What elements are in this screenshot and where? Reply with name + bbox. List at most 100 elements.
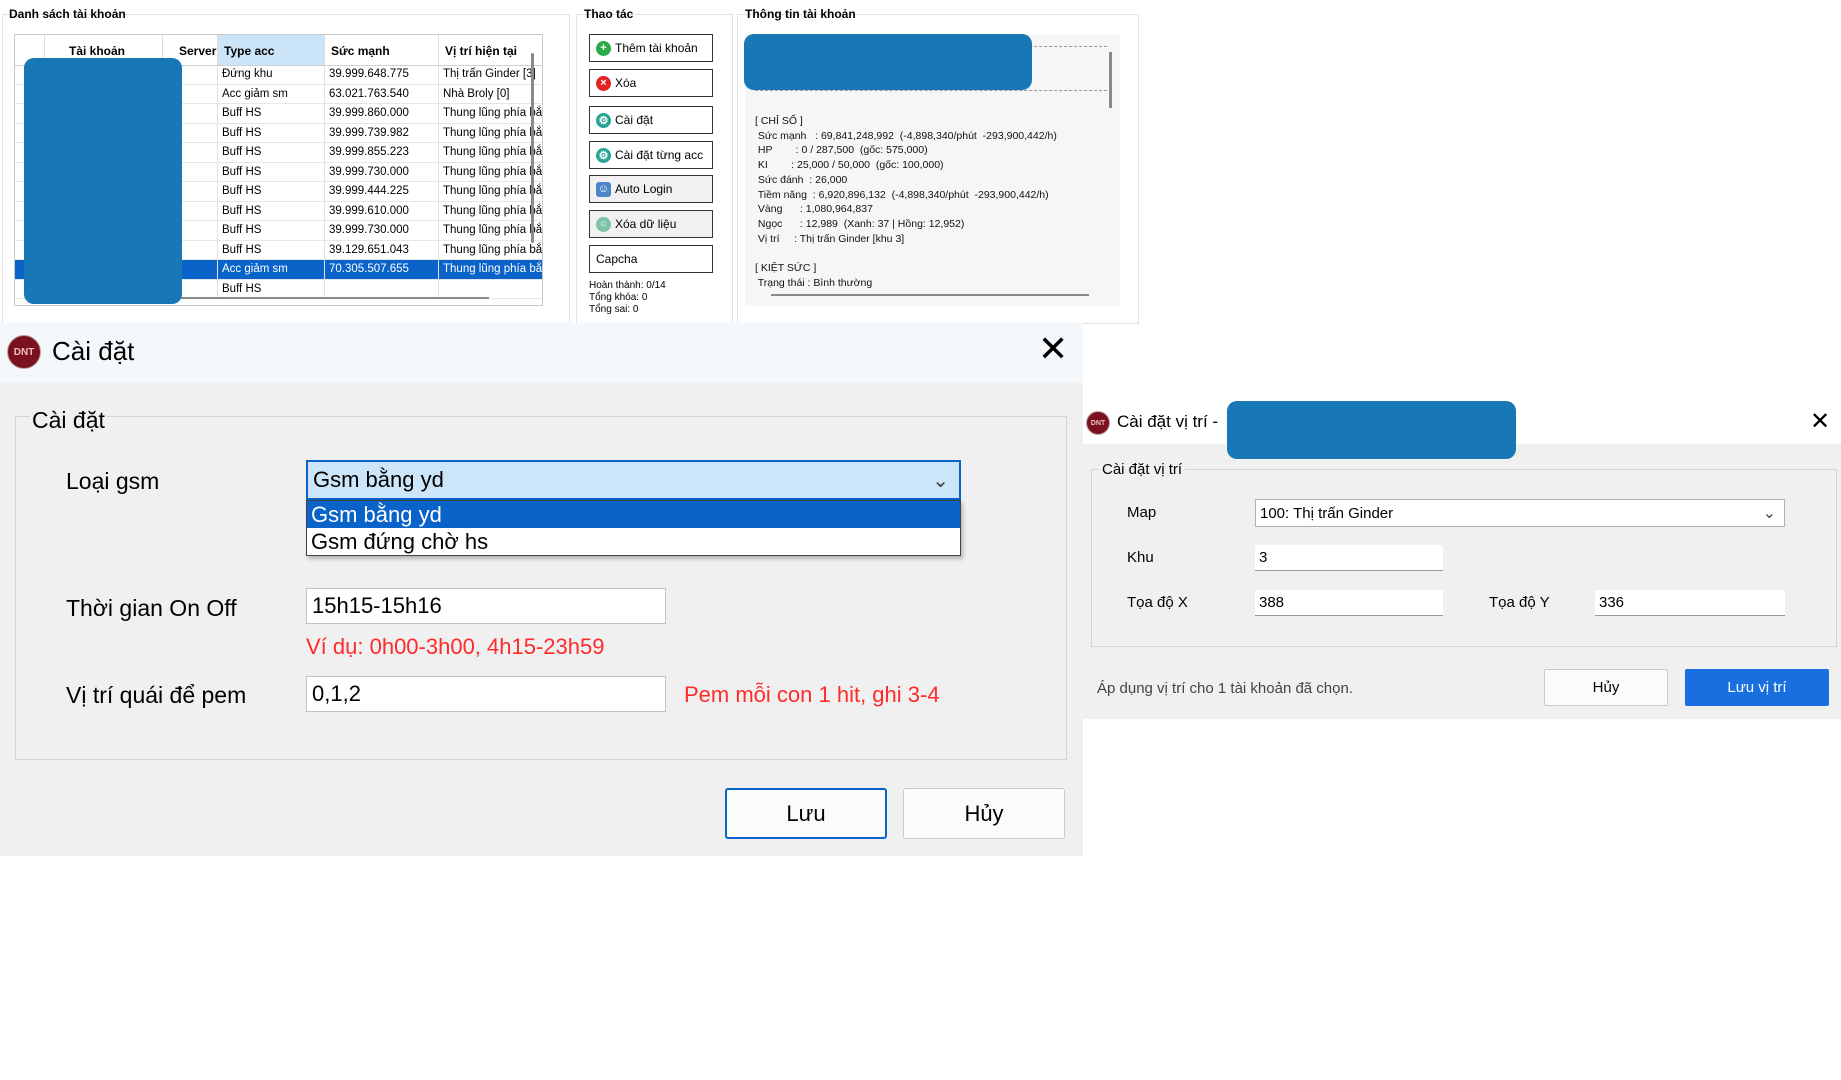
- zone-input[interactable]: 3: [1255, 545, 1443, 571]
- cell-type-acc: Acc giảm sm: [218, 260, 325, 279]
- position-group-box: [1091, 469, 1837, 647]
- cell-power: 39.129.651.043: [325, 240, 439, 259]
- operations-title: Thao tác: [584, 7, 634, 21]
- close-icon[interactable]: ✕: [1810, 407, 1830, 436]
- settings-group-title: Cài đặt: [30, 407, 107, 434]
- cell-power: 39.999.444.225: [325, 182, 439, 201]
- delete-button[interactable]: × Xóa: [589, 69, 713, 97]
- captcha-button[interactable]: Capcha: [589, 245, 713, 273]
- app-logo: DNT: [7, 335, 41, 369]
- account-list-title: Danh sách tài khoản: [9, 7, 126, 21]
- chevron-down-icon: ⌄: [1762, 505, 1776, 522]
- map-label: Map: [1127, 504, 1157, 521]
- map-select[interactable]: 100: Thị trấn Ginder ⌄: [1255, 499, 1785, 527]
- gsm-type-select[interactable]: Gsm bằng yd ⌄: [306, 460, 961, 500]
- zone-label: Khu: [1127, 549, 1154, 566]
- redacted-account-header: [744, 34, 1032, 90]
- cell-type-acc: Buff HS: [218, 221, 325, 240]
- cell-location: Thung lũng phía bắc: [439, 202, 542, 221]
- cell-type-acc: Buff HS: [218, 104, 325, 123]
- delete-icon: ×: [596, 75, 611, 91]
- add-account-button[interactable]: + Thêm tài khoản: [589, 34, 713, 62]
- onoff-time-label: Thời gian On Off: [66, 595, 237, 621]
- cell-type-acc: Buff HS: [218, 182, 325, 201]
- cell-power: 70.305.507.655: [325, 260, 439, 279]
- captcha-label: Capcha: [596, 252, 638, 266]
- mob-position-input[interactable]: 0,1,2: [306, 676, 666, 712]
- cell-type-acc: Buff HS: [218, 279, 325, 298]
- table-vertical-scrollbar[interactable]: [531, 53, 534, 243]
- gear-icon: ⚙: [596, 147, 611, 163]
- onoff-time-hint: Ví dụ: 0h00-3h00, 4h15-23h59: [306, 634, 605, 659]
- settings-dialog-titlebar: DNT Cài đặt ✕: [0, 323, 1083, 383]
- settings-dialog-title: Cài đặt: [52, 336, 135, 366]
- apply-position-text: Áp dụng vị trí cho 1 tài khoản đã chọn.: [1097, 680, 1354, 697]
- user-icon: ☺: [596, 181, 611, 197]
- cell-location: Thung lũng phía bắc: [439, 143, 542, 162]
- cell-power: 39.999.648.775: [325, 65, 439, 84]
- redacted-account-title: [1227, 401, 1516, 459]
- chevron-down-icon: ⌄: [932, 470, 949, 492]
- info-horizontal-scrollbar[interactable]: [771, 294, 1089, 296]
- cell-type-acc: Buff HS: [218, 143, 325, 162]
- save-button[interactable]: Lưu: [725, 788, 887, 839]
- account-info-title: Thông tin tài khoản: [745, 7, 856, 21]
- auto-login-label: Auto Login: [615, 182, 673, 196]
- cell-power: 39.999.730.000: [325, 221, 439, 240]
- coord-y-label: Tọa độ Y: [1489, 594, 1550, 611]
- cancel-button[interactable]: Hủy: [903, 788, 1065, 839]
- cell-type-acc: Đứng khu: [218, 65, 325, 84]
- cell-power: 39.999.610.000: [325, 201, 439, 220]
- cell-location: Thung lũng phía bắc: [439, 124, 542, 143]
- cell-power: 39.999.855.223: [325, 143, 439, 162]
- cell-type-acc: Buff HS: [218, 162, 325, 181]
- cell-location: Thị trấn Ginder [3]: [439, 65, 542, 84]
- cell-power: [325, 279, 439, 298]
- cell-location: [439, 280, 542, 299]
- cell-location: Thung lũng phía bắc: [439, 182, 542, 201]
- col-power[interactable]: Sức mạnh: [325, 35, 439, 65]
- cell-location: Thung lũng phía bắc: [439, 163, 542, 182]
- mob-position-hint: Pem mỗi con 1 hit, ghi 3-4: [684, 682, 940, 707]
- add-account-label: Thêm tài khoản: [615, 41, 698, 55]
- save-position-button[interactable]: Lưu vị trí: [1685, 669, 1829, 706]
- clear-data-button[interactable]: ○ Xóa dữ liệu: [589, 210, 713, 238]
- settings-button[interactable]: ⚙ Cài đặt: [589, 106, 713, 134]
- per-account-settings-button[interactable]: ⚙ Cài đặt từng acc: [589, 141, 713, 169]
- cell-power: 63.021.763.540: [325, 84, 439, 103]
- account-info-text: [ CHỈ SỐ ] Sức mạnh : 69,841,248,992 (-4…: [755, 115, 1057, 289]
- clear-data-label: Xóa dữ liệu: [615, 217, 677, 231]
- stat-done: Hoàn thành: 0/14: [589, 280, 666, 291]
- gsm-option-yd[interactable]: Gsm bằng yd: [307, 501, 960, 528]
- cell-power: 39.999.730.000: [325, 162, 439, 181]
- coord-y-input[interactable]: 336: [1595, 590, 1785, 616]
- close-icon[interactable]: ✕: [1038, 329, 1068, 369]
- delete-label: Xóa: [615, 76, 637, 90]
- clear-icon: ○: [596, 216, 611, 232]
- gsm-type-label: Loại gsm: [66, 468, 160, 494]
- cell-location: Thung lũng phía bắc: [439, 260, 542, 279]
- coord-x-label: Tọa độ X: [1127, 594, 1188, 611]
- info-vertical-scrollbar[interactable]: [1109, 52, 1112, 108]
- coord-x-input[interactable]: 388: [1255, 590, 1443, 616]
- gsm-type-dropdown: Gsm bằng yd Gsm đứng chờ hs: [306, 500, 961, 556]
- gsm-option-wait-hs[interactable]: Gsm đứng chờ hs: [307, 528, 960, 555]
- col-location[interactable]: Vị trí hiện tại: [439, 35, 542, 65]
- col-type-acc[interactable]: Type acc: [218, 35, 325, 65]
- cell-location: Thung lũng phía bắc: [439, 221, 542, 240]
- settings-dialog: DNT Cài đặt ✕ Cài đặt Loại gsm Gsm bằng …: [0, 323, 1083, 856]
- cell-location: Thung lũng phía bắc: [439, 104, 542, 123]
- cancel-position-button[interactable]: Hủy: [1544, 669, 1668, 706]
- auto-login-button[interactable]: ☺ Auto Login: [589, 175, 713, 203]
- cell-type-acc: Buff HS: [218, 240, 325, 259]
- position-group-title: Cài đặt vị trí: [1099, 461, 1186, 478]
- cell-power: 39.999.860.000: [325, 104, 439, 123]
- plus-icon: +: [596, 40, 611, 56]
- cell-power: 39.999.739.982: [325, 123, 439, 142]
- app-logo: DNT: [1086, 411, 1110, 435]
- cell-type-acc: Acc giảm sm: [218, 84, 325, 103]
- map-selected: 100: Thị trấn Ginder: [1260, 504, 1394, 522]
- cell-type-acc: Buff HS: [218, 123, 325, 142]
- settings-label: Cài đặt: [615, 113, 654, 127]
- onoff-time-input[interactable]: 15h15-15h16: [306, 588, 666, 624]
